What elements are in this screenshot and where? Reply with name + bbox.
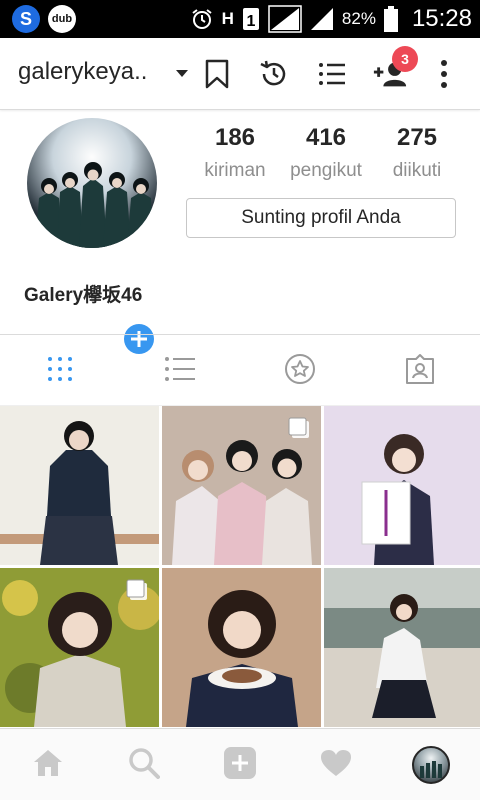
saved-collection-tab[interactable] <box>282 353 318 389</box>
star-tag-icon <box>284 353 316 390</box>
search-icon <box>128 747 160 784</box>
post-image <box>162 568 321 727</box>
edit-profile-button[interactable]: Sunting profil Anda <box>186 198 456 238</box>
archive-history-icon[interactable] <box>256 56 292 92</box>
post-thumbnail[interactable] <box>0 568 159 727</box>
group-photo <box>35 162 153 248</box>
multiple-images-icon <box>287 416 311 445</box>
tagged-photos-tab[interactable] <box>402 353 438 389</box>
clock: 15:28 <box>411 5 472 32</box>
discover-list-icon[interactable] <box>314 56 350 92</box>
profile-stats: 186 kiriman 416 pengikut 275 diikuti <box>190 124 462 182</box>
list-view-tab[interactable] <box>162 353 198 389</box>
list-icon <box>164 355 196 388</box>
new-post-button[interactable] <box>222 746 258 785</box>
home-button[interactable] <box>30 747 66 783</box>
post-image <box>324 406 480 565</box>
sim-icon: 1 <box>242 7 260 31</box>
post-thumbnail[interactable] <box>162 406 321 565</box>
bottom-navigation <box>0 728 480 800</box>
bookmark-icon[interactable] <box>199 56 235 92</box>
more-options-icon[interactable] <box>426 56 462 92</box>
svg-text:1: 1 <box>246 13 255 30</box>
multiple-images-icon <box>125 578 149 607</box>
chevron-down-icon[interactable] <box>176 70 188 77</box>
post-image <box>0 406 159 565</box>
grid-view-tab[interactable] <box>42 353 78 389</box>
add-icon <box>223 746 257 785</box>
heart-icon <box>320 749 352 782</box>
signal-icon-2 <box>310 7 334 31</box>
alarm-icon <box>190 7 214 31</box>
display-name: Galery欅坂46 <box>24 285 143 306</box>
posts-stat[interactable]: 186 kiriman <box>190 124 280 182</box>
profile-section: 186 kiriman 416 pengikut 275 diikuti Sun… <box>0 110 480 357</box>
activity-button[interactable] <box>318 747 354 783</box>
followers-count: 416 <box>305 124 347 151</box>
post-thumbnail[interactable] <box>162 568 321 727</box>
signal-icon-1 <box>268 5 302 33</box>
home-icon <box>32 748 64 783</box>
app-s-icon: S <box>12 5 40 33</box>
followers-stat[interactable]: 416 pengikut <box>281 124 371 182</box>
post-image <box>324 568 480 727</box>
search-button[interactable] <box>126 747 162 783</box>
following-label: diikuti <box>392 160 442 181</box>
grid-icon <box>46 355 74 388</box>
notification-badge: 3 <box>392 46 418 72</box>
network-type-indicator: H <box>221 9 234 28</box>
profile-header: galerykeya.. 3 <box>0 38 480 110</box>
status-bar: S dub H 1 82% 15:28 <box>0 0 480 38</box>
post-thumbnail[interactable] <box>324 568 480 727</box>
profile-avatar[interactable] <box>27 118 157 248</box>
following-stat[interactable]: 275 diikuti <box>372 124 462 182</box>
person-tag-icon <box>404 353 436 390</box>
battery-icon <box>383 6 398 32</box>
app-dub-icon: dub <box>48 5 76 33</box>
profile-avatar-mini <box>420 761 442 778</box>
post-thumbnail[interactable] <box>324 406 480 565</box>
battery-percent: 82% <box>341 9 376 28</box>
post-thumbnail[interactable] <box>0 406 159 565</box>
profile-tab-avatar[interactable] <box>412 746 450 784</box>
username-switcher[interactable]: galerykeya.. <box>18 58 147 86</box>
profile-tabs <box>0 334 480 406</box>
photo-grid <box>0 406 480 728</box>
following-count: 275 <box>396 124 438 151</box>
posts-count: 186 <box>214 124 256 151</box>
followers-label: pengikut <box>290 160 362 181</box>
posts-label: kiriman <box>204 160 266 181</box>
